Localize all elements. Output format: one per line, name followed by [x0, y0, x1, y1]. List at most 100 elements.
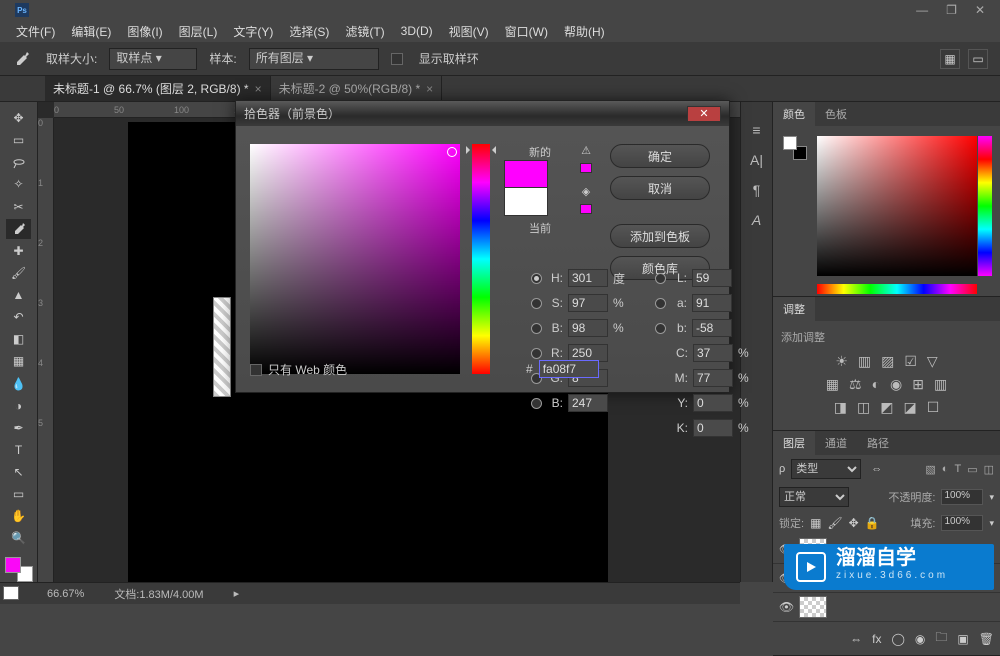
menu-select[interactable]: 选择(S): [283, 21, 335, 42]
filter-type-icon[interactable]: T: [954, 463, 961, 476]
new-layer-icon[interactable]: ▣: [957, 632, 968, 646]
color-field[interactable]: [817, 136, 977, 276]
tool-dodge[interactable]: ◑: [6, 396, 31, 416]
folder-icon[interactable]: 🗀: [935, 628, 947, 649]
websafe-warn-icon[interactable]: ◈: [582, 185, 590, 198]
adj-brightness-icon[interactable]: ☀: [835, 353, 848, 370]
close-window-button[interactable]: ✕: [975, 3, 985, 17]
lock-trans-icon[interactable]: ▦: [810, 516, 821, 530]
sat-val-field[interactable]: [250, 144, 460, 374]
radio-bl[interactable]: [531, 398, 542, 409]
tool-stamp[interactable]: ▲: [6, 285, 31, 305]
menu-edit[interactable]: 编辑(E): [65, 21, 117, 42]
restore-button[interactable]: ❐: [946, 3, 957, 17]
blend-mode-select[interactable]: 正常: [779, 487, 849, 507]
tool-brush[interactable]: 🖌: [6, 263, 31, 283]
radio-s[interactable]: [531, 298, 542, 309]
gamut-swatch[interactable]: [580, 163, 592, 173]
panel-fg-swatch[interactable]: [783, 136, 797, 150]
tab-channels[interactable]: 通道: [815, 431, 857, 455]
m-input[interactable]: [693, 369, 733, 387]
lb-input[interactable]: [692, 319, 732, 337]
close-dialog-button[interactable]: ✕: [687, 106, 721, 122]
menu-help[interactable]: 帮助(H): [558, 21, 611, 42]
mask-icon[interactable]: ◯: [891, 632, 904, 646]
menu-3d[interactable]: 3D(D): [395, 22, 439, 40]
opacity-input[interactable]: 100%: [941, 489, 983, 505]
a-input[interactable]: [692, 294, 732, 312]
tool-history[interactable]: ↶: [6, 307, 31, 327]
tool-gradient[interactable]: ▦: [6, 351, 31, 371]
link-icon[interactable]: ⇔: [850, 632, 862, 646]
tool-wand[interactable]: ✧: [6, 174, 31, 194]
close-tab-icon[interactable]: ×: [426, 82, 433, 96]
add-swatch-button[interactable]: 添加到色板: [610, 224, 710, 248]
adj-hue-icon[interactable]: ▦: [826, 376, 839, 393]
l-input[interactable]: [692, 269, 732, 287]
tab-adjust[interactable]: 调整: [773, 297, 815, 321]
visibility-icon[interactable]: 👁: [779, 600, 793, 614]
adj-exposure-icon[interactable]: ☑: [904, 353, 917, 370]
radio-a[interactable]: [655, 298, 666, 309]
opt-icon-2[interactable]: ▭: [968, 49, 988, 69]
close-tab-icon[interactable]: ×: [255, 82, 262, 96]
k-input[interactable]: [693, 419, 733, 437]
hue-strip[interactable]: [978, 136, 992, 276]
tab-layers[interactable]: 图层: [773, 431, 815, 455]
adj-lookup-icon[interactable]: ▥: [934, 376, 947, 393]
menu-image[interactable]: 图像(I): [121, 21, 168, 42]
web-only-checkbox[interactable]: [250, 364, 262, 376]
tool-marquee[interactable]: ▭: [6, 130, 31, 150]
foreground-swatch[interactable]: [5, 557, 21, 573]
adj-poster-icon[interactable]: ◫: [857, 399, 870, 416]
zoom-value[interactable]: 66.67%: [47, 588, 84, 600]
adj-photo-icon[interactable]: ◉: [890, 376, 902, 393]
hue-spectrum[interactable]: [817, 284, 977, 294]
tool-pen[interactable]: ✒: [6, 418, 31, 438]
tool-eraser[interactable]: ◧: [6, 329, 31, 349]
bl-input[interactable]: [568, 394, 608, 412]
adj-layer-icon[interactable]: ◉: [915, 632, 925, 646]
tab-swatches[interactable]: 色板: [815, 102, 857, 126]
tool-heal[interactable]: ✚: [6, 241, 31, 261]
dialog-titlebar[interactable]: 拾色器（前景色） ✕: [236, 101, 729, 126]
sample-dropdown[interactable]: 所有图层 ▾: [249, 48, 379, 70]
panel-icon-glyph[interactable]: A: [752, 212, 761, 228]
lock-all-icon[interactable]: 🔒: [865, 516, 880, 530]
adj-mixer-icon[interactable]: ⊞: [912, 376, 924, 393]
adj-bw-icon[interactable]: ◐: [872, 376, 880, 393]
menu-file[interactable]: 文件(F): [10, 21, 61, 42]
tool-path[interactable]: ↖: [6, 462, 31, 482]
websafe-swatch[interactable]: [580, 204, 592, 214]
b-input[interactable]: [568, 319, 608, 337]
opt-icon-1[interactable]: ▦: [940, 49, 960, 69]
radio-r[interactable]: [531, 348, 542, 359]
trash-icon[interactable]: 🗑: [979, 632, 994, 646]
ok-button[interactable]: 确定: [610, 144, 710, 168]
adj-levels-icon[interactable]: ▥: [858, 353, 871, 370]
panel-icon-history[interactable]: ≡: [752, 122, 760, 138]
s-input[interactable]: [568, 294, 608, 312]
radio-lb[interactable]: [655, 323, 666, 334]
show-ring-checkbox[interactable]: [391, 53, 403, 65]
panel-icon-char[interactable]: A|: [750, 152, 763, 168]
sample-size-dropdown[interactable]: 取样点 ▾: [109, 48, 197, 70]
minimize-button[interactable]: —: [916, 3, 928, 17]
adj-vibrance-icon[interactable]: ▽: [927, 353, 938, 370]
tool-lasso[interactable]: [6, 152, 31, 172]
layer-row[interactable]: 👁: [773, 593, 1000, 622]
cancel-button[interactable]: 取消: [610, 176, 710, 200]
adj-select-icon[interactable]: ☐: [927, 399, 940, 416]
tool-type[interactable]: T: [6, 440, 31, 460]
adj-bal-icon[interactable]: ⚖: [849, 376, 862, 393]
tool-crop[interactable]: ✂: [6, 197, 31, 217]
radio-l[interactable]: [655, 273, 666, 284]
hex-input[interactable]: [539, 360, 599, 378]
panel-swatches[interactable]: [783, 136, 807, 160]
tool-hand[interactable]: ✋: [6, 506, 31, 526]
filter-smart-icon[interactable]: ◫: [984, 463, 994, 476]
color-swatches[interactable]: [5, 557, 33, 583]
hue-column[interactable]: [472, 144, 490, 374]
tab-color[interactable]: 颜色: [773, 102, 815, 126]
tool-shape[interactable]: ▭: [6, 484, 31, 504]
